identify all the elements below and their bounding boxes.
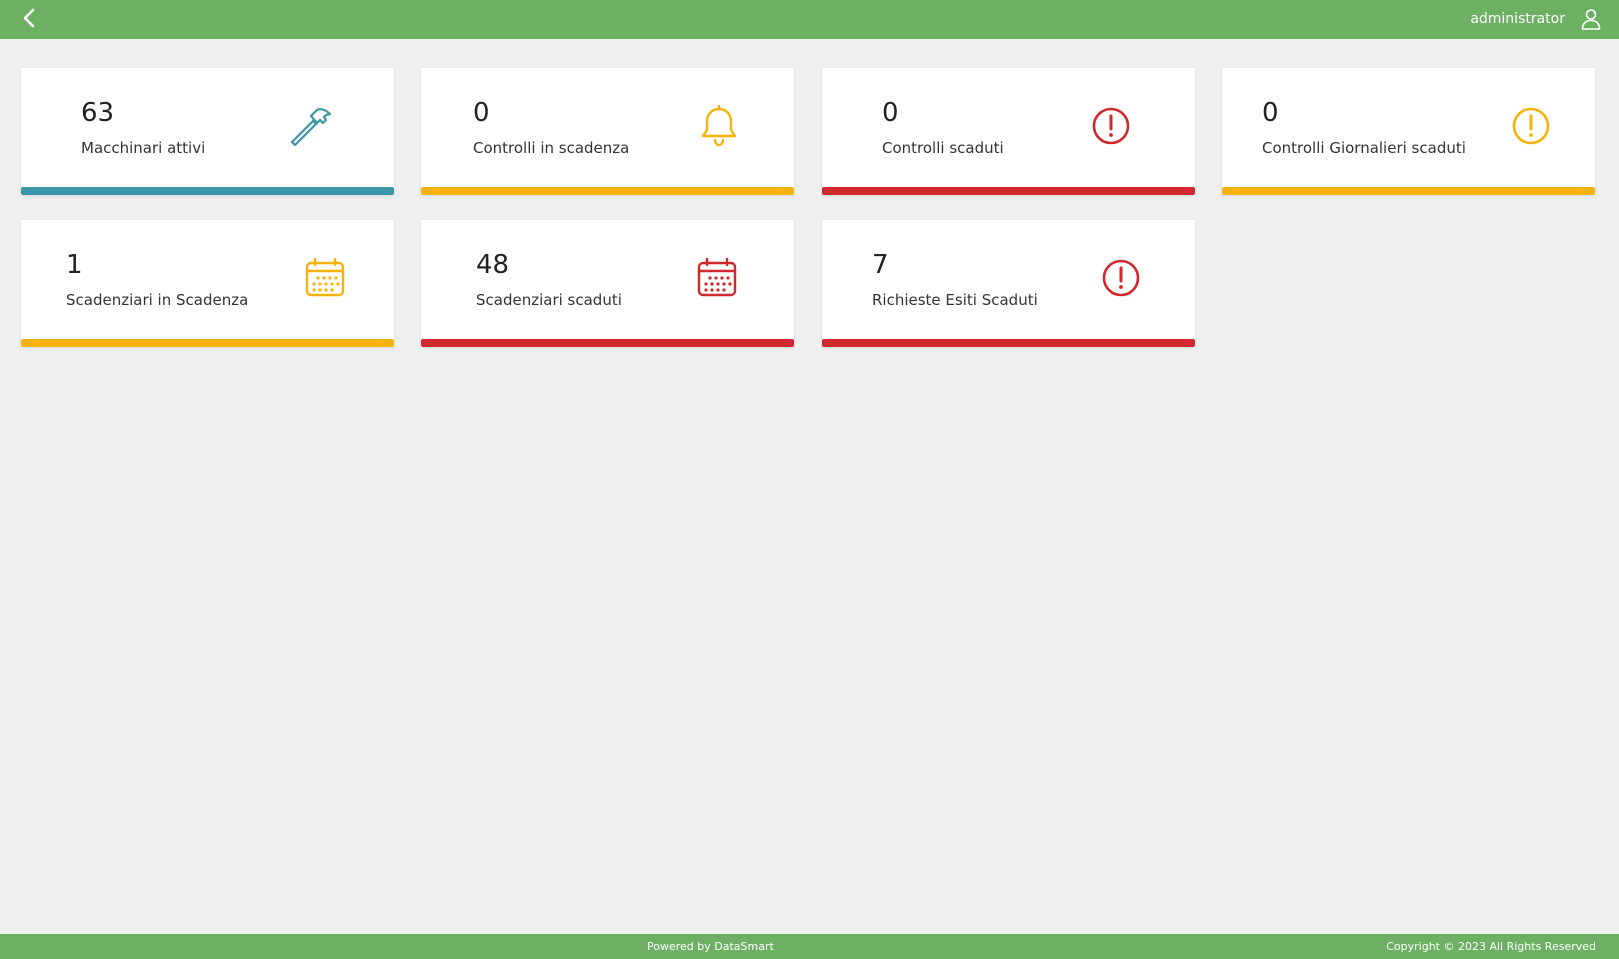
card-accent-bar — [421, 339, 794, 347]
card-scadenziari-scaduti[interactable]: 48 Scadenziari scaduti — [421, 220, 794, 347]
copyright-text: Copyright © 2023 All Rights Reserved — [1386, 940, 1596, 953]
card-value: 0 — [473, 98, 490, 128]
calendar-icon — [693, 254, 741, 302]
card-value: 7 — [872, 250, 889, 280]
alert-circle-icon — [1097, 254, 1145, 302]
back-chevron-icon[interactable] — [18, 6, 42, 30]
card-richieste-esiti-scaduti[interactable]: 7 Richieste Esiti Scaduti — [822, 220, 1195, 347]
hammer-icon — [286, 102, 334, 150]
alert-circle-icon — [1087, 102, 1135, 150]
card-value: 48 — [476, 250, 510, 280]
card-label: Controlli scaduti — [882, 139, 1004, 157]
card-label: Controlli Giornalieri scaduti — [1262, 139, 1466, 157]
user-name[interactable]: administrator — [1470, 11, 1565, 27]
card-value: 0 — [1262, 98, 1279, 128]
card-scadenziari-in-scadenza[interactable]: 1 Scadenziari in Scadenza — [21, 220, 394, 347]
card-value: 1 — [66, 250, 83, 280]
card-accent-bar — [822, 339, 1195, 347]
card-accent-bar — [21, 187, 394, 195]
card-accent-bar — [822, 187, 1195, 195]
card-label: Scadenziari scaduti — [476, 291, 622, 309]
card-accent-bar — [1222, 187, 1595, 195]
card-controlli-giornalieri-scaduti[interactable]: 0 Controlli Giornalieri scaduti — [1222, 68, 1595, 195]
user-icon[interactable] — [1579, 7, 1603, 31]
card-label: Scadenziari in Scadenza — [66, 291, 249, 309]
card-controlli-in-scadenza[interactable]: 0 Controlli in scadenza — [421, 68, 794, 195]
card-label: Macchinari attivi — [81, 139, 206, 157]
calendar-icon — [301, 254, 349, 302]
card-label: Controlli in scadenza — [473, 139, 630, 157]
top-bar: administrator — [0, 0, 1619, 39]
card-macchinari-attivi[interactable]: 63 Macchinari attivi — [21, 68, 394, 195]
card-controlli-scaduti[interactable]: 0 Controlli scaduti — [822, 68, 1195, 195]
footer: Powered by DataSmart Copyright © 2023 Al… — [0, 934, 1619, 959]
bell-icon — [695, 102, 743, 150]
card-value: 0 — [882, 98, 899, 128]
card-value: 63 — [81, 98, 115, 128]
alert-circle-icon — [1507, 102, 1555, 150]
user-area: administrator — [1470, 6, 1603, 32]
card-accent-bar — [421, 187, 794, 195]
powered-by-text: Powered by DataSmart — [647, 940, 774, 953]
card-label: Richieste Esiti Scaduti — [872, 291, 1038, 309]
card-accent-bar — [21, 339, 394, 347]
